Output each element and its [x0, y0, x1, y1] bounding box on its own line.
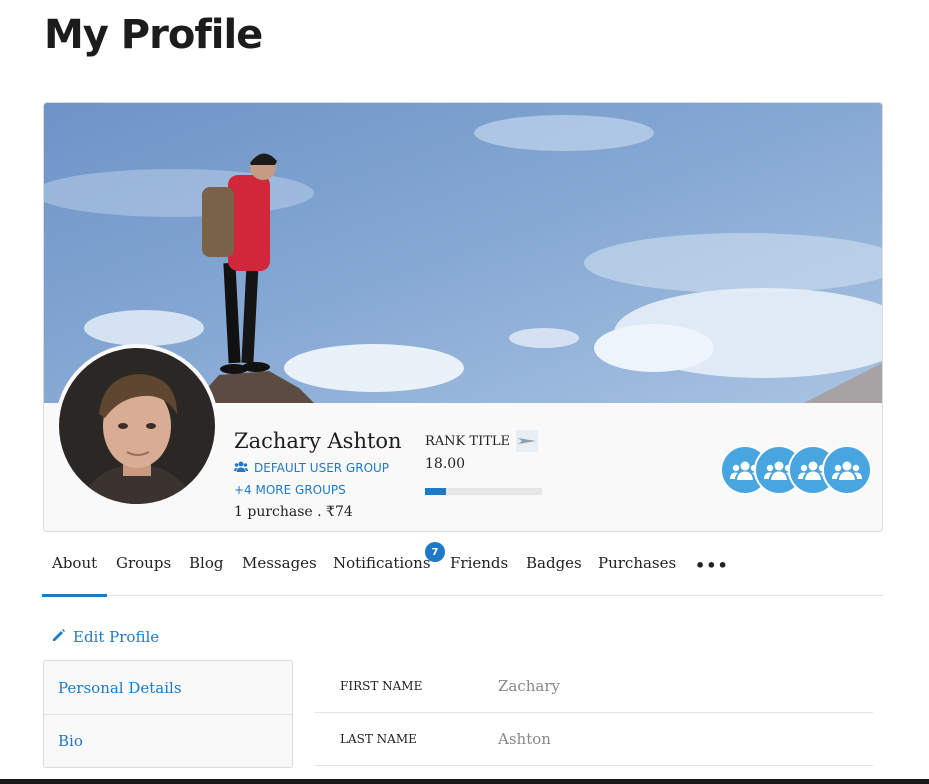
- page-title: My Profile: [44, 12, 263, 58]
- edit-profile-label: Edit Profile: [73, 628, 160, 646]
- tab-friends[interactable]: Friends: [450, 554, 508, 572]
- first-name-value: Zachary: [498, 677, 561, 695]
- menu-item-bio[interactable]: Bio: [44, 714, 292, 767]
- detail-row-last-name: LAST NAME Ashton: [315, 713, 873, 766]
- tab-about[interactable]: About: [41, 554, 108, 597]
- users-icon: [234, 461, 248, 475]
- pencil-icon: [52, 628, 65, 646]
- tab-groups[interactable]: Groups: [116, 554, 171, 572]
- rank-badge-icon: [516, 430, 538, 452]
- detail-row-first-name: FIRST NAME Zachary: [315, 660, 873, 713]
- tab-notifications[interactable]: Notifications 7: [333, 542, 445, 572]
- tab-messages[interactable]: Messages: [242, 554, 317, 572]
- notification-count-badge: 7: [425, 542, 445, 562]
- tab-blog[interactable]: Blog: [189, 554, 223, 572]
- group-avatars: [720, 445, 874, 497]
- tab-badges[interactable]: Badges: [526, 554, 582, 572]
- edit-profile-link[interactable]: Edit Profile: [52, 628, 159, 646]
- first-name-label: FIRST NAME: [340, 679, 423, 693]
- more-groups-link[interactable]: +4 MORE GROUPS: [234, 483, 346, 497]
- rank-progress-bar: [425, 488, 542, 495]
- tab-purchases[interactable]: Purchases: [598, 554, 676, 572]
- profile-section-menu: Personal Details Bio: [43, 660, 293, 768]
- default-group-link[interactable]: DEFAULT USER GROUP: [234, 461, 389, 475]
- group-avatar-icon[interactable]: [822, 445, 872, 495]
- profile-details: FIRST NAME Zachary LAST NAME Ashton: [315, 660, 873, 766]
- rank-progress-fill: [425, 488, 447, 495]
- last-name-label: LAST NAME: [340, 732, 417, 746]
- menu-item-personal-details[interactable]: Personal Details: [44, 661, 292, 714]
- bottom-bar: [0, 779, 929, 784]
- profile-card: Zachary Ashton DEFAULT USER GROUP +4 MOR…: [43, 102, 883, 532]
- tab-notifications-label: Notifications: [333, 554, 431, 572]
- avatar[interactable]: [55, 344, 219, 508]
- purchase-summary: 1 purchase . ₹74: [234, 504, 353, 520]
- rank-title: RANK TITLE: [425, 430, 538, 452]
- rank-title-label: RANK TITLE: [425, 433, 510, 449]
- last-name-value: Ashton: [498, 730, 551, 748]
- profile-tabs: About Groups Blog Messages Notifications…: [41, 542, 883, 597]
- more-icon[interactable]: •••: [695, 556, 729, 575]
- points-value: 18.00: [425, 456, 466, 472]
- default-group-label: DEFAULT USER GROUP: [254, 461, 390, 475]
- user-name: Zachary Ashton: [234, 429, 402, 453]
